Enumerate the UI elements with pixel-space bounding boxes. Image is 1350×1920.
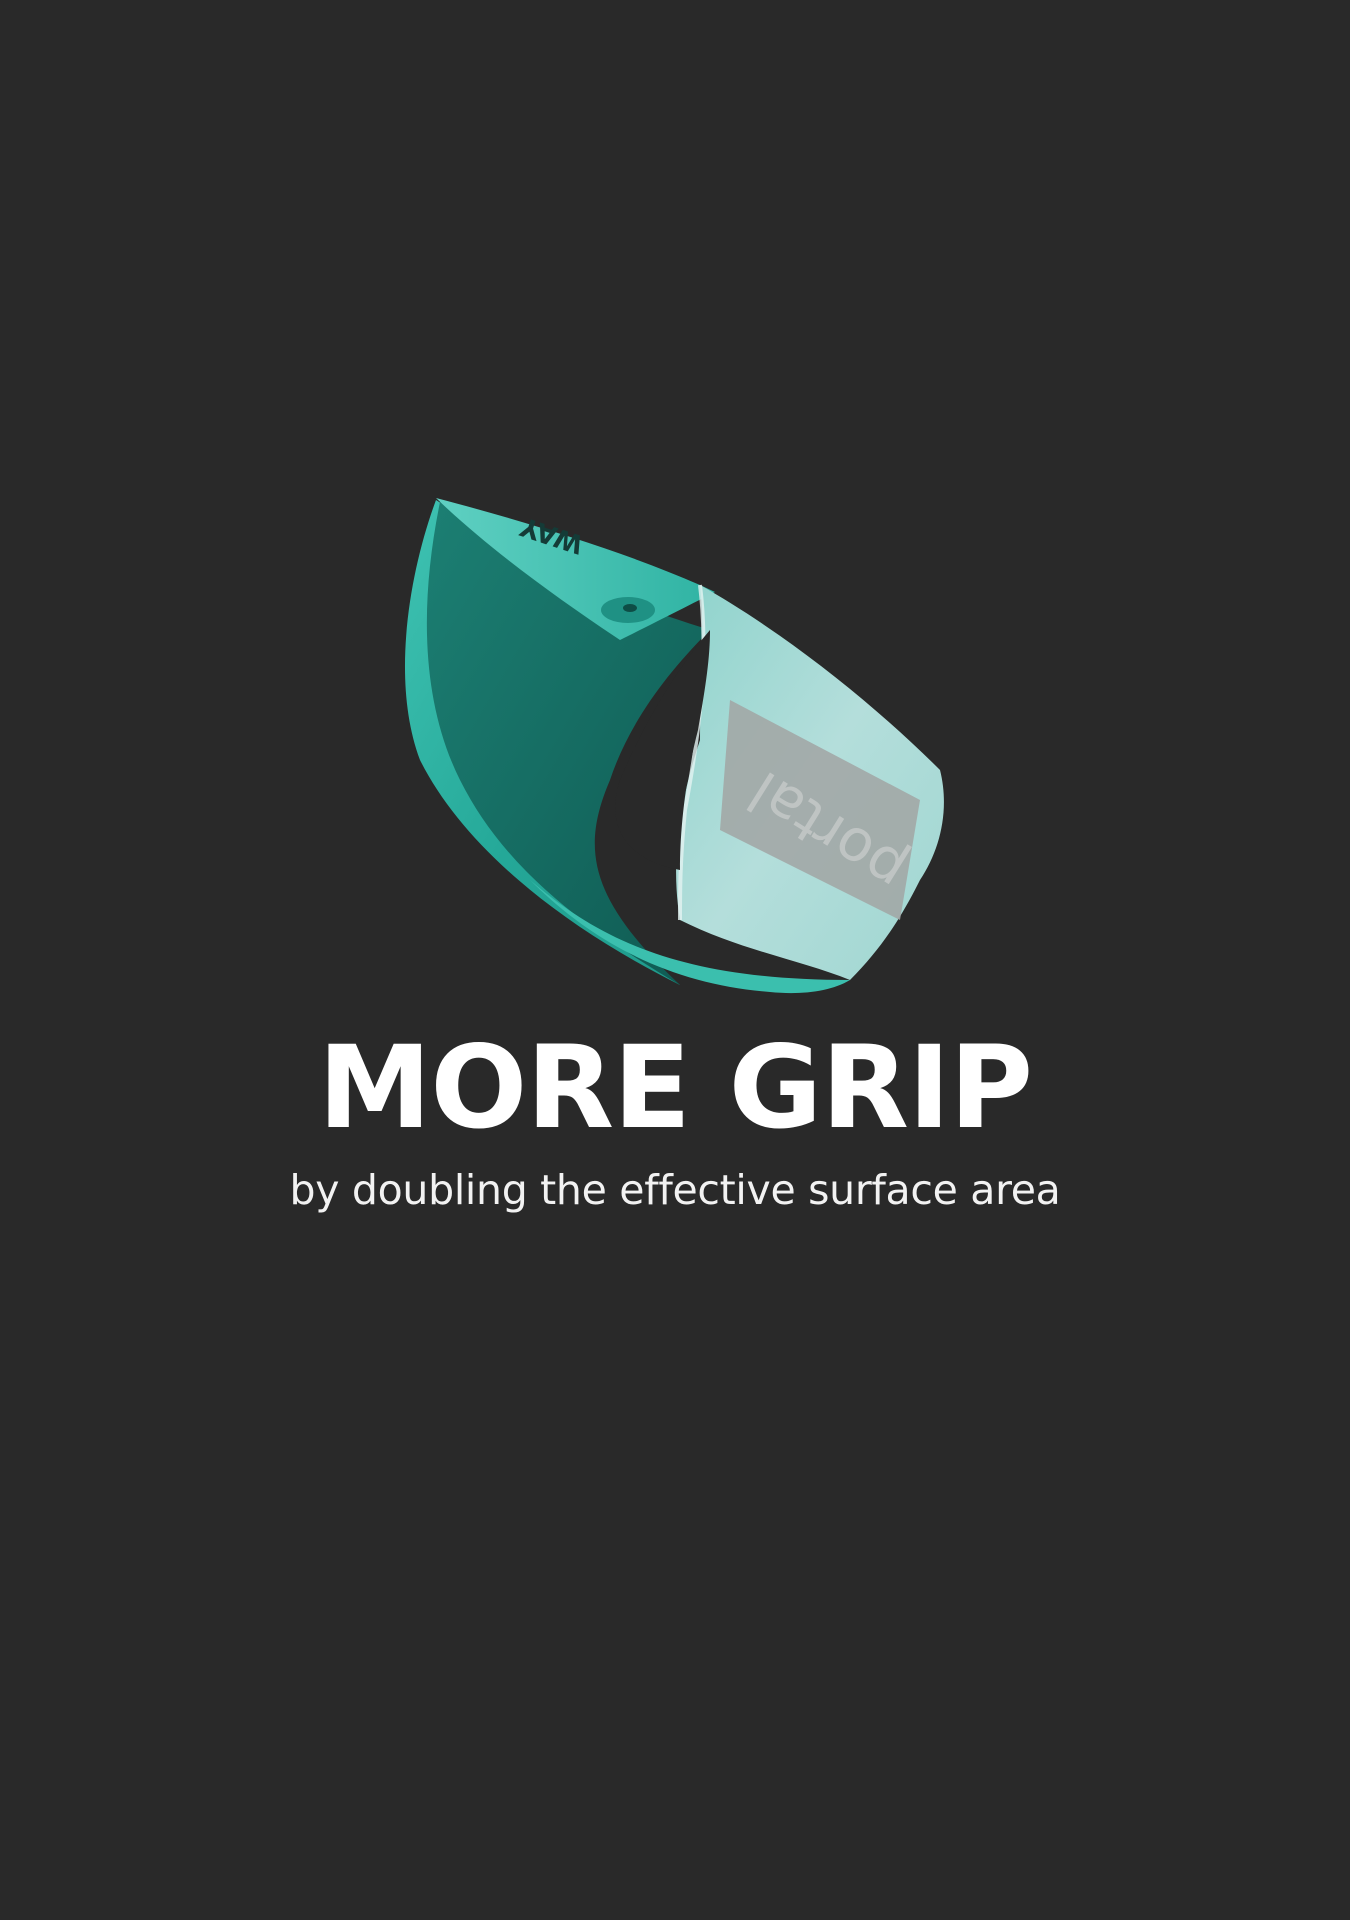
grip-product-image: portal WAY [404,498,944,994]
subheadline: by doubling the effective surface area [289,1166,1061,1214]
headline: MORE GRIP [317,1021,1033,1154]
screw-hole-center [623,604,637,612]
poster: portal WAY MORE GRIP by doubling the eff… [0,0,1350,1920]
